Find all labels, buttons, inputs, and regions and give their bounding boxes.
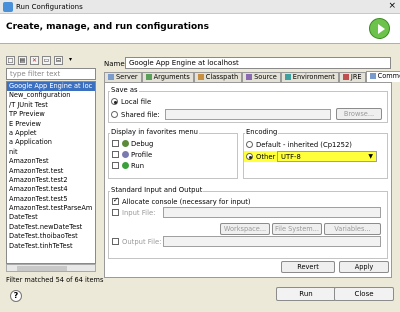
common-icon xyxy=(369,73,376,79)
profile-checkbox[interactable] xyxy=(112,151,119,158)
tree-item[interactable]: DateTest.newDateTest xyxy=(7,223,95,232)
collapse-icon[interactable]: ▭ xyxy=(42,56,51,65)
shared-file-input[interactable] xyxy=(165,109,331,120)
tab-classpath[interactable]: Classpath xyxy=(193,72,243,82)
tree-item[interactable]: a Application xyxy=(7,138,95,147)
close-window-icon[interactable]: × xyxy=(388,1,396,11)
tree-item[interactable]: AmazonTest.test xyxy=(7,167,95,176)
close-button[interactable]: Close xyxy=(334,287,394,301)
input-file-label: Input File: xyxy=(122,209,156,217)
input-file-field[interactable] xyxy=(163,207,381,218)
filter-icon[interactable]: ⊟ xyxy=(54,56,63,65)
tab-jre[interactable]: JRE xyxy=(338,72,366,82)
shared-file-radio[interactable] xyxy=(111,111,118,118)
tree-item[interactable]: AmazonTest.test5 xyxy=(7,195,95,204)
encoding-select[interactable]: UTF-8 ▼ xyxy=(277,151,377,162)
delete-icon[interactable]: ✕ xyxy=(30,56,39,65)
favorites-label: Display in favorites menu xyxy=(110,128,199,136)
tree-item[interactable]: AmazonTest xyxy=(7,157,95,166)
allocate-console-checkbox[interactable] xyxy=(112,196,119,205)
run-banner-icon xyxy=(369,18,390,39)
run-icon xyxy=(122,162,129,169)
tree-item[interactable]: Google App Engine at loc xyxy=(7,82,95,92)
chevron-down-icon: ▼ xyxy=(368,153,373,160)
window-title: Run Configurations xyxy=(16,3,83,11)
save-as-label: Save as xyxy=(110,86,139,94)
debug-checkbox[interactable] xyxy=(112,140,119,147)
run-button[interactable]: Run xyxy=(276,287,336,301)
other-encoding-radio[interactable] xyxy=(246,153,253,160)
banner-title: Create, manage, and run configurations xyxy=(6,22,209,32)
tree-horizontal-scrollbar[interactable] xyxy=(6,264,96,272)
io-label: Standard Input and Output xyxy=(110,186,204,194)
name-input[interactable]: Google App Engine at localhost xyxy=(125,57,391,69)
tree-item[interactable]: nit xyxy=(7,148,95,157)
tree-item[interactable]: TP Preview xyxy=(7,110,95,119)
common-tab-panel: Save as Local file Shared file: Browse..… xyxy=(104,82,392,278)
source-icon xyxy=(246,74,253,80)
run-checkbox[interactable] xyxy=(112,162,119,169)
variables-button-input[interactable]: Variables... xyxy=(324,223,381,235)
tree-item[interactable]: E Preview xyxy=(7,120,95,129)
local-file-radio[interactable] xyxy=(111,98,118,105)
workspace-button-input[interactable]: Workspace... xyxy=(220,223,270,235)
title-bar: Run Configurations × xyxy=(0,0,400,14)
debug-label: Debug xyxy=(131,140,154,148)
default-encoding-radio[interactable] xyxy=(246,141,253,148)
filter-input[interactable]: type filter text xyxy=(6,68,96,80)
profile-label: Profile xyxy=(131,151,153,159)
tab-source[interactable]: Source xyxy=(242,72,281,82)
local-file-label: Local file xyxy=(121,98,152,106)
arguments-icon xyxy=(145,74,152,80)
output-file-checkbox[interactable] xyxy=(112,238,119,245)
default-encoding-label: Default - inherited (Cp1252) xyxy=(256,141,352,149)
tab-environment[interactable]: Environment xyxy=(280,72,339,82)
tree-item[interactable]: New_configuration xyxy=(7,91,95,100)
tree-item[interactable]: DateTest xyxy=(7,213,95,222)
tab-common[interactable]: Common xyxy=(365,71,400,82)
shared-file-label: Shared file: xyxy=(121,111,160,119)
tree-item[interactable]: /T JUnit Test xyxy=(7,101,95,110)
tree-item[interactable]: AmazonTest.test4 xyxy=(7,185,95,194)
input-file-checkbox[interactable] xyxy=(112,209,119,216)
help-icon[interactable]: ? xyxy=(10,290,22,302)
allocate-console-label: Allocate console (necessary for input) xyxy=(122,198,251,206)
left-toolbar: □ ▤ ✕ ▭ ⊟ ▾ xyxy=(6,56,75,66)
filesystem-button-input[interactable]: File System... xyxy=(272,223,322,235)
view-menu-icon[interactable]: ▾ xyxy=(66,56,75,65)
config-tree: Google App Engine at loc New_configurati… xyxy=(6,81,96,264)
encoding-label: Encoding xyxy=(245,128,279,136)
app-icon xyxy=(3,2,13,12)
output-file-label: Output File: xyxy=(122,238,162,246)
server-icon xyxy=(108,74,114,80)
browse-button[interactable]: Browse... xyxy=(336,108,382,120)
run-label: Run xyxy=(131,162,145,170)
profile-icon xyxy=(122,151,129,158)
tree-item[interactable]: a Applet xyxy=(7,129,95,138)
dialog-banner: Create, manage, and run configurations xyxy=(0,14,400,44)
tab-server[interactable]: Server xyxy=(104,72,142,82)
tree-item[interactable]: AmazonTest.test2 xyxy=(7,176,95,185)
name-label: Name: xyxy=(104,60,128,68)
revert-button[interactable]: Revert xyxy=(281,261,335,273)
config-tabs: Server Arguments Classpath Source Enviro… xyxy=(104,71,400,82)
debug-icon xyxy=(122,140,129,147)
dialog-footer: ? Run Close xyxy=(0,282,400,312)
duplicate-icon[interactable]: ▤ xyxy=(18,56,27,65)
new-config-icon[interactable]: □ xyxy=(6,56,15,65)
jre-icon xyxy=(342,74,349,80)
tree-item[interactable]: DateTest.thoibaoTest xyxy=(7,232,95,241)
output-file-field[interactable] xyxy=(163,236,381,247)
tree-item[interactable]: AmazonTest.testParseAm xyxy=(7,204,95,213)
apply-button[interactable]: Apply xyxy=(339,261,389,273)
tab-arguments[interactable]: Arguments xyxy=(141,72,194,82)
environment-icon xyxy=(284,74,291,80)
other-encoding-label: Other xyxy=(256,153,276,161)
tree-item[interactable]: DateTest.tinhTeTest xyxy=(7,242,95,251)
classpath-icon xyxy=(197,74,204,80)
